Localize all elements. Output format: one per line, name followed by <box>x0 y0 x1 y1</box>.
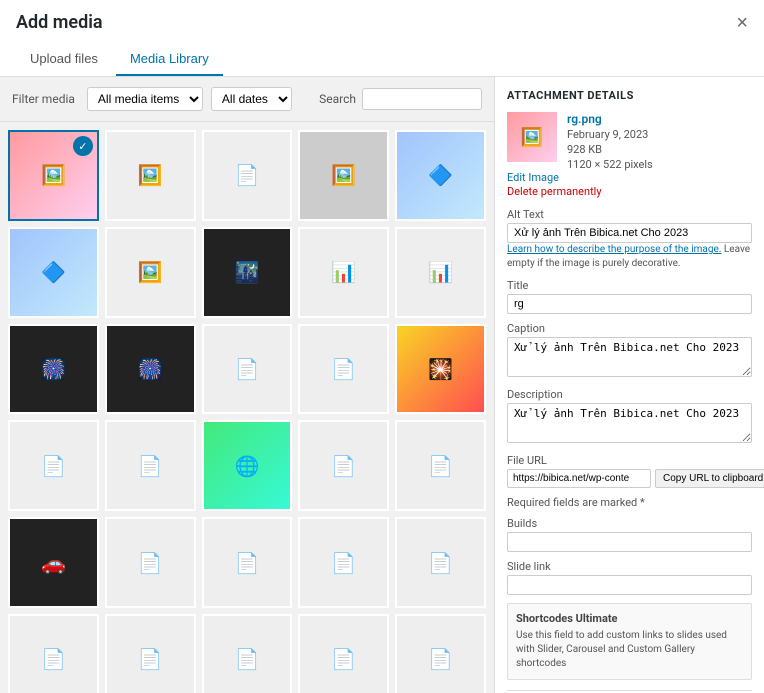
file-url-field: File URL Copy URL to clipboard <box>507 454 752 488</box>
copy-url-button[interactable]: Copy URL to clipboard <box>655 469 764 488</box>
modal-header: Add media × Upload files Media Library <box>0 0 764 77</box>
attachment-info: 🖼️ rg.png February 9, 2023 928 KB 1120 ×… <box>507 112 752 198</box>
alt-hint: Learn how to describe the purpose of the… <box>507 243 752 271</box>
description-label: Description <box>507 388 752 401</box>
media-item[interactable]: 📄 <box>298 420 389 511</box>
media-item[interactable]: 📄 <box>298 517 389 608</box>
media-item[interactable]: 📄 <box>202 517 293 608</box>
title-label: Title <box>507 279 752 292</box>
media-item[interactable]: 🔷 <box>395 130 486 221</box>
media-item[interactable]: 📄 <box>105 614 196 693</box>
builds-input[interactable] <box>507 532 752 552</box>
file-url-input[interactable] <box>507 469 651 488</box>
media-item[interactable]: 📄 <box>202 130 293 221</box>
media-item[interactable]: 📄 <box>395 420 486 511</box>
search-input[interactable] <box>362 88 482 110</box>
filter-controls: Filter media All media items All dates <box>12 87 292 111</box>
attachment-thumb-wrapper: 🖼️ <box>507 112 557 162</box>
description-field: Description Xử lý ảnh Trên Bibica.net Ch… <box>507 388 752 446</box>
selected-badge: ✓ <box>73 136 93 156</box>
shortcodes-desc: Use this field to add custom links to sl… <box>516 629 743 671</box>
alt-text-label: Alt Text <box>507 208 752 221</box>
slide-link-field: Slide link <box>507 560 752 595</box>
slide-link-label: Slide link <box>507 560 752 573</box>
media-item[interactable]: 📄 <box>202 614 293 693</box>
media-item[interactable]: 🖼️ <box>298 130 389 221</box>
media-type-select[interactable]: All media items <box>87 87 203 111</box>
close-button[interactable]: × <box>736 13 748 43</box>
media-item[interactable]: 📄 <box>298 324 389 415</box>
filter-label: Filter media <box>12 92 75 106</box>
attachment-details-title: ATTACHMENT DETAILS <box>507 89 752 102</box>
modal-title: Add media <box>16 12 103 43</box>
modal-overlay: Add media × Upload files Media Library F… <box>0 0 764 693</box>
delete-permanently-link[interactable]: Delete permanently <box>507 185 602 198</box>
media-item[interactable]: 📊 <box>395 227 486 318</box>
media-area: Filter media All media items All dates S… <box>0 77 494 693</box>
media-item[interactable]: 🚗 <box>8 517 99 608</box>
alt-hint-link[interactable]: Learn how to describe the purpose of the… <box>507 244 721 255</box>
tab-media-library[interactable]: Media Library <box>116 43 223 76</box>
file-url-label: File URL <box>507 454 752 467</box>
media-item[interactable]: 📄 <box>105 420 196 511</box>
add-media-modal: Add media × Upload files Media Library F… <box>0 0 764 693</box>
tabs-bar: Upload files Media Library <box>16 43 748 76</box>
media-item[interactable]: 📄 <box>8 420 99 511</box>
media-item[interactable]: 📄 <box>298 614 389 693</box>
search-label: Search <box>319 92 356 106</box>
caption-textarea[interactable]: Xử lý ảnh Trên Bibica.net Cho 2023 <box>507 337 752 377</box>
media-item[interactable]: 🖼️ <box>105 130 196 221</box>
shortcodes-title: Shortcodes Ultimate <box>516 612 743 625</box>
media-grid-wrapper: 🖼️✓🖼️📄🖼️🔷🔷🖼️🌃📊📊🎆🎆📄📄🎇📄📄🌐📄📄🚗📄📄📄📄📄📄📄📄📄 <box>0 122 494 693</box>
media-item[interactable]: 📄 <box>105 517 196 608</box>
builds-field: Builds <box>507 517 752 552</box>
modal-body: Filter media All media items All dates S… <box>0 77 764 693</box>
edit-image-link[interactable]: Edit Image <box>507 171 752 184</box>
media-item[interactable]: 🎇 <box>395 324 486 415</box>
media-item[interactable]: 🔷 <box>8 227 99 318</box>
media-item[interactable]: 📄 <box>8 614 99 693</box>
media-item[interactable]: 📄 <box>395 614 486 693</box>
media-item[interactable]: 🎆 <box>8 324 99 415</box>
slide-link-input[interactable] <box>507 575 752 595</box>
file-url-row: Copy URL to clipboard <box>507 469 752 488</box>
attachment-sidebar: ATTACHMENT DETAILS 🖼️ rg.png February 9,… <box>494 77 764 693</box>
media-item[interactable]: 📄 <box>395 517 486 608</box>
caption-label: Caption <box>507 322 752 335</box>
media-item[interactable]: 📄 <box>202 324 293 415</box>
builds-label: Builds <box>507 517 752 530</box>
media-item[interactable]: 🎆 <box>105 324 196 415</box>
required-note: Required fields are marked * <box>507 496 752 509</box>
filter-bar: Filter media All media items All dates S… <box>0 77 494 122</box>
shortcodes-box: Shortcodes Ultimate Use this field to ad… <box>507 603 752 680</box>
title-field: Title <box>507 279 752 314</box>
media-item[interactable]: 🌐 <box>202 420 293 511</box>
alt-text-input[interactable] <box>507 223 752 243</box>
media-grid: 🖼️✓🖼️📄🖼️🔷🔷🖼️🌃📊📊🎆🎆📄📄🎇📄📄🌐📄📄🚗📄📄📄📄📄📄📄📄📄 <box>8 130 486 693</box>
media-item[interactable]: 🖼️ <box>105 227 196 318</box>
date-filter-select[interactable]: All dates <box>211 87 292 111</box>
tab-upload[interactable]: Upload files <box>16 43 112 76</box>
search-area: Search <box>319 88 482 110</box>
title-input[interactable] <box>507 294 752 314</box>
media-item[interactable]: 🖼️✓ <box>8 130 99 221</box>
media-item[interactable]: 🌃 <box>202 227 293 318</box>
description-textarea[interactable]: Xử lý ảnh Trên Bibica.net Cho 2023 <box>507 403 752 443</box>
media-item[interactable]: 📊 <box>298 227 389 318</box>
alt-text-field: Alt Text Learn how to describe the purpo… <box>507 208 752 271</box>
caption-field: Caption Xử lý ảnh Trên Bibica.net Cho 20… <box>507 322 752 380</box>
